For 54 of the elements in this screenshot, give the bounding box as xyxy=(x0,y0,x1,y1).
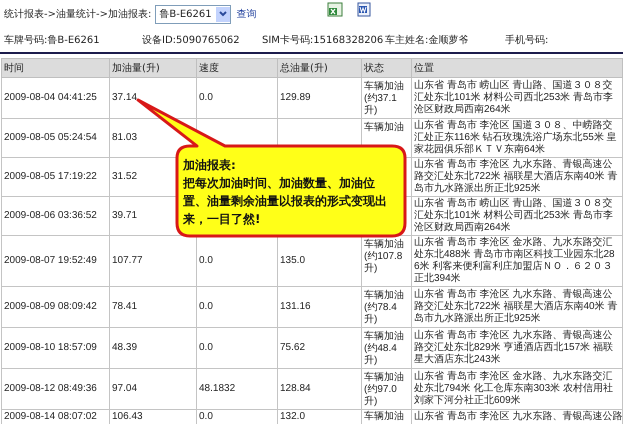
document-export-icon[interactable] xyxy=(356,2,371,16)
table-cell: 129.89 xyxy=(278,78,362,118)
table-cell: 车辆加油(约97.0升) xyxy=(362,368,412,410)
info-field: 车主姓名:金顺萝爷 xyxy=(385,33,505,47)
table-cell: 山东省 青岛市 李沧区 九水东路、青银高速公路交汇处东北829米 亨通酒店西北157米 福联星大酒店东北243米 xyxy=(412,328,622,368)
table-cell: 0.0 xyxy=(196,78,278,118)
table-cell: 0.0 xyxy=(196,286,278,328)
column-header: 速度 xyxy=(196,58,278,78)
table-cell: 106.43 xyxy=(110,410,196,424)
table-cell: 车辆加油(约78.4升) xyxy=(362,286,412,328)
table-cell: 0.0 xyxy=(196,410,278,424)
table-cell: 山东省 青岛市 李沧区 九水东路、青银高速公路 xyxy=(412,410,622,424)
table-cell: 2009-08-10 18:57:09 xyxy=(2,328,110,368)
table-cell: 78.41 xyxy=(110,286,196,328)
table-cell: 车辆加油(约37.1升) xyxy=(362,78,412,118)
table-cell: 2009-08-04 04:41:25 xyxy=(2,78,110,118)
table-cell: 车辆加油 xyxy=(362,410,412,424)
table-cell: 2009-08-14 08:07:02 xyxy=(2,410,110,424)
column-header: 状态 xyxy=(362,58,412,78)
table-cell: 128.84 xyxy=(278,368,362,410)
table-cell: 0.0 xyxy=(196,328,278,368)
table-cell: 山东省 青岛市 李沧区 国道３０８、中崂路交汇处正东116米 钻石玫瑰洗浴广场东北55米 皇家花园俱乐部ＫＴＶ东南64米 xyxy=(412,118,622,158)
table-cell: 75.62 xyxy=(278,328,362,368)
table-cell: 山东省 青岛市 崂山区 青山路、国道３０８交汇处东北101米 材料公司西北253米 青岛市李沧区财政局西南264米 xyxy=(412,196,622,236)
table-cell: 2009-08-12 08:49:36 xyxy=(2,368,110,410)
table-cell: 2009-08-06 03:36:52 xyxy=(2,196,110,236)
table-cell: 山东省 青岛市 崂山区 青山路、国道３０８交汇处东北101米 材料公司西北253米 青岛市李沧区财政局西南264米 xyxy=(412,78,622,118)
info-field: SIM卡号码:15168328206 xyxy=(262,33,385,47)
table-cell: 山东省 青岛市 李沧区 金水路、九水东路交汇处东北794米 化工仓库东南303米 农村信用社刘家下河分社正北609米 xyxy=(412,368,622,410)
table-cell: 97.04 xyxy=(110,368,196,410)
spreadsheet-export-icon[interactable] xyxy=(326,2,343,16)
column-header: 位置 xyxy=(412,58,622,78)
info-field: 车牌号码:鲁B-E6261 xyxy=(4,33,142,47)
caret-icon xyxy=(216,6,230,22)
breadcrumb: 统计报表->油量统计->加油报表: xyxy=(4,8,152,21)
table-cell: 车辆加油(约48.4升) xyxy=(362,328,412,368)
vehicle-select[interactable]: 鲁B-E6261 xyxy=(155,4,231,24)
table-cell: 2009-08-05 17:19:22 xyxy=(2,158,110,196)
table-cell: 2009-08-09 08:09:42 xyxy=(2,286,110,328)
table-cell: 131.16 xyxy=(278,286,362,328)
table-cell: 48.1832 xyxy=(196,368,278,410)
query-link[interactable]: 查询 xyxy=(236,7,257,21)
table-cell: 山东省 青岛市 李沧区 金水路、九水东路交汇处东北488米 青岛市市南区科技工业园东北286米 利客来便利富利庄加盟店ＮＯ．６２０３正北394米 xyxy=(412,236,622,286)
column-header: 总油量(升) xyxy=(278,58,362,78)
info-field: 手机号码: xyxy=(505,33,585,47)
column-header: 加油量(升) xyxy=(110,58,196,78)
table-cell: 132.0 xyxy=(278,410,362,424)
table-cell: 48.39 xyxy=(110,328,196,368)
column-header: 时间 xyxy=(2,58,110,78)
table-cell: 2009-08-05 05:24:54 xyxy=(2,118,110,158)
info-field: 设备ID:5090765062 xyxy=(142,33,262,47)
table-cell: 2009-08-07 19:52:49 xyxy=(2,236,110,286)
table-cell: 山东省 青岛市 李沧区 九水东路、青银高速公路交汇处东北722米 福联星大酒店东南40米 青岛市九水路派出所正北925米 xyxy=(412,286,622,328)
table-cell: 山东省 青岛市 李沧区 九水东路、青银高速公路交汇处东北722米 福联星大酒店东南40米 青岛市九水路派出所正北925米 xyxy=(412,158,622,196)
